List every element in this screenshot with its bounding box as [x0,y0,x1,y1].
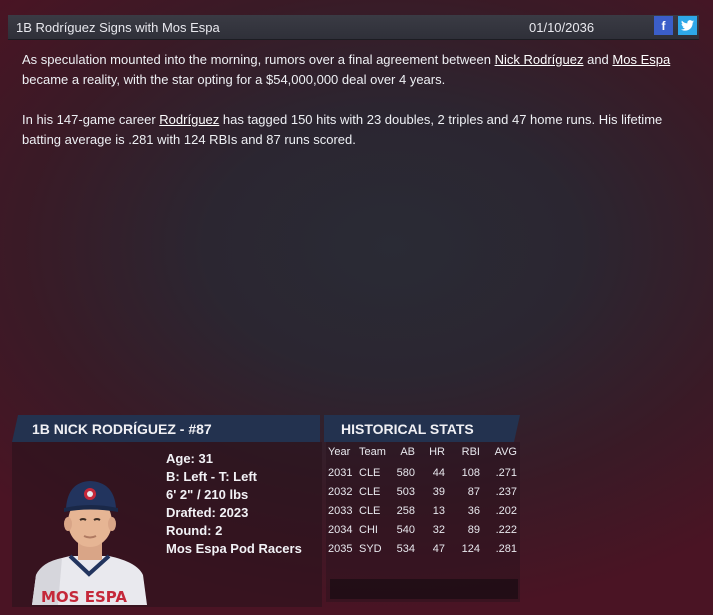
cell-ab: 534 [396,543,415,555]
article-title: 1B Rodríguez Signs with Mos Espa [16,20,220,35]
article-text: became a reality, with the star opting f… [22,72,446,87]
twitter-share-icon[interactable] [678,16,697,35]
article-paragraph-2: In his 147-game career Rodríguez has tag… [22,110,682,150]
historical-stats-title: HISTORICAL STATS [341,421,474,437]
cell-rbi: 124 [461,543,480,555]
cell-year: 2032 [328,486,353,498]
cell-year: 2033 [328,505,353,517]
cell-ab: 540 [396,524,415,536]
cell-team: SYD [359,543,382,555]
cell-ab: 258 [396,505,415,517]
stats-footer-bar [330,579,518,599]
article-text: As speculation mounted into the morning,… [22,52,495,67]
cell-team: CLE [359,467,381,479]
article-date: 01/10/2036 [529,20,595,35]
article-text: In his 147-game career [22,112,160,127]
col-header-ab: AB [400,446,415,458]
cell-avg: .281 [495,543,517,555]
cell-rbi: 89 [467,524,480,536]
col-header-hr: HR [429,446,445,458]
cell-ab: 503 [396,486,415,498]
cell-avg: .202 [495,505,517,517]
player-team[interactable]: Mos Espa Pod Racers [166,541,302,556]
cell-avg: .237 [495,486,517,498]
cell-hr: 13 [432,505,445,517]
cell-rbi: 108 [461,467,480,479]
cell-team: CLE [359,486,381,498]
article-title-bar: 1B Rodríguez Signs with Mos Espa 01/10/2… [8,15,699,40]
team-link[interactable]: Mos Espa [612,52,670,67]
player-link[interactable]: Nick Rodríguez [495,52,584,67]
player-drafted: Drafted: 2023 [166,505,249,520]
player-bats-throws: B: Left - T: Left [166,469,257,484]
stats-panel [326,442,520,602]
player-draft-round: Round: 2 [166,523,223,538]
cell-hr: 32 [432,524,445,536]
col-header-avg: AVG [494,446,517,458]
article-body: As speculation mounted into the morning,… [22,50,682,170]
cell-year: 2034 [328,524,353,536]
cell-rbi: 36 [467,505,480,517]
cell-team: CLE [359,505,381,517]
col-header-rbi: RBI [461,446,480,458]
player-avatar[interactable]: MOS ESPA [22,470,157,606]
cell-avg: .222 [495,524,517,536]
cell-rbi: 87 [467,486,480,498]
cell-team: CHI [359,524,378,536]
cell-avg: .271 [495,467,517,479]
article-paragraph-1: As speculation mounted into the morning,… [22,50,682,90]
player-age: Age: 31 [166,451,213,466]
cell-year: 2031 [328,467,353,479]
cell-ab: 580 [396,467,415,479]
player-card-title[interactable]: 1B NICK RODRÍGUEZ - #87 [32,421,212,437]
player-height-weight: 6' 2" / 210 lbs [166,487,249,502]
col-header-team: Team [359,446,386,458]
facebook-share-icon[interactable]: f [654,16,673,35]
player-link[interactable]: Rodríguez [159,112,219,127]
jersey-lettering: MOS ESPA [41,588,127,605]
cell-year: 2035 [328,543,353,555]
col-header-year: Year [328,446,351,458]
cell-hr: 39 [432,486,445,498]
article-text: and [583,52,613,67]
cell-hr: 44 [432,467,445,479]
cell-hr: 47 [432,543,445,555]
